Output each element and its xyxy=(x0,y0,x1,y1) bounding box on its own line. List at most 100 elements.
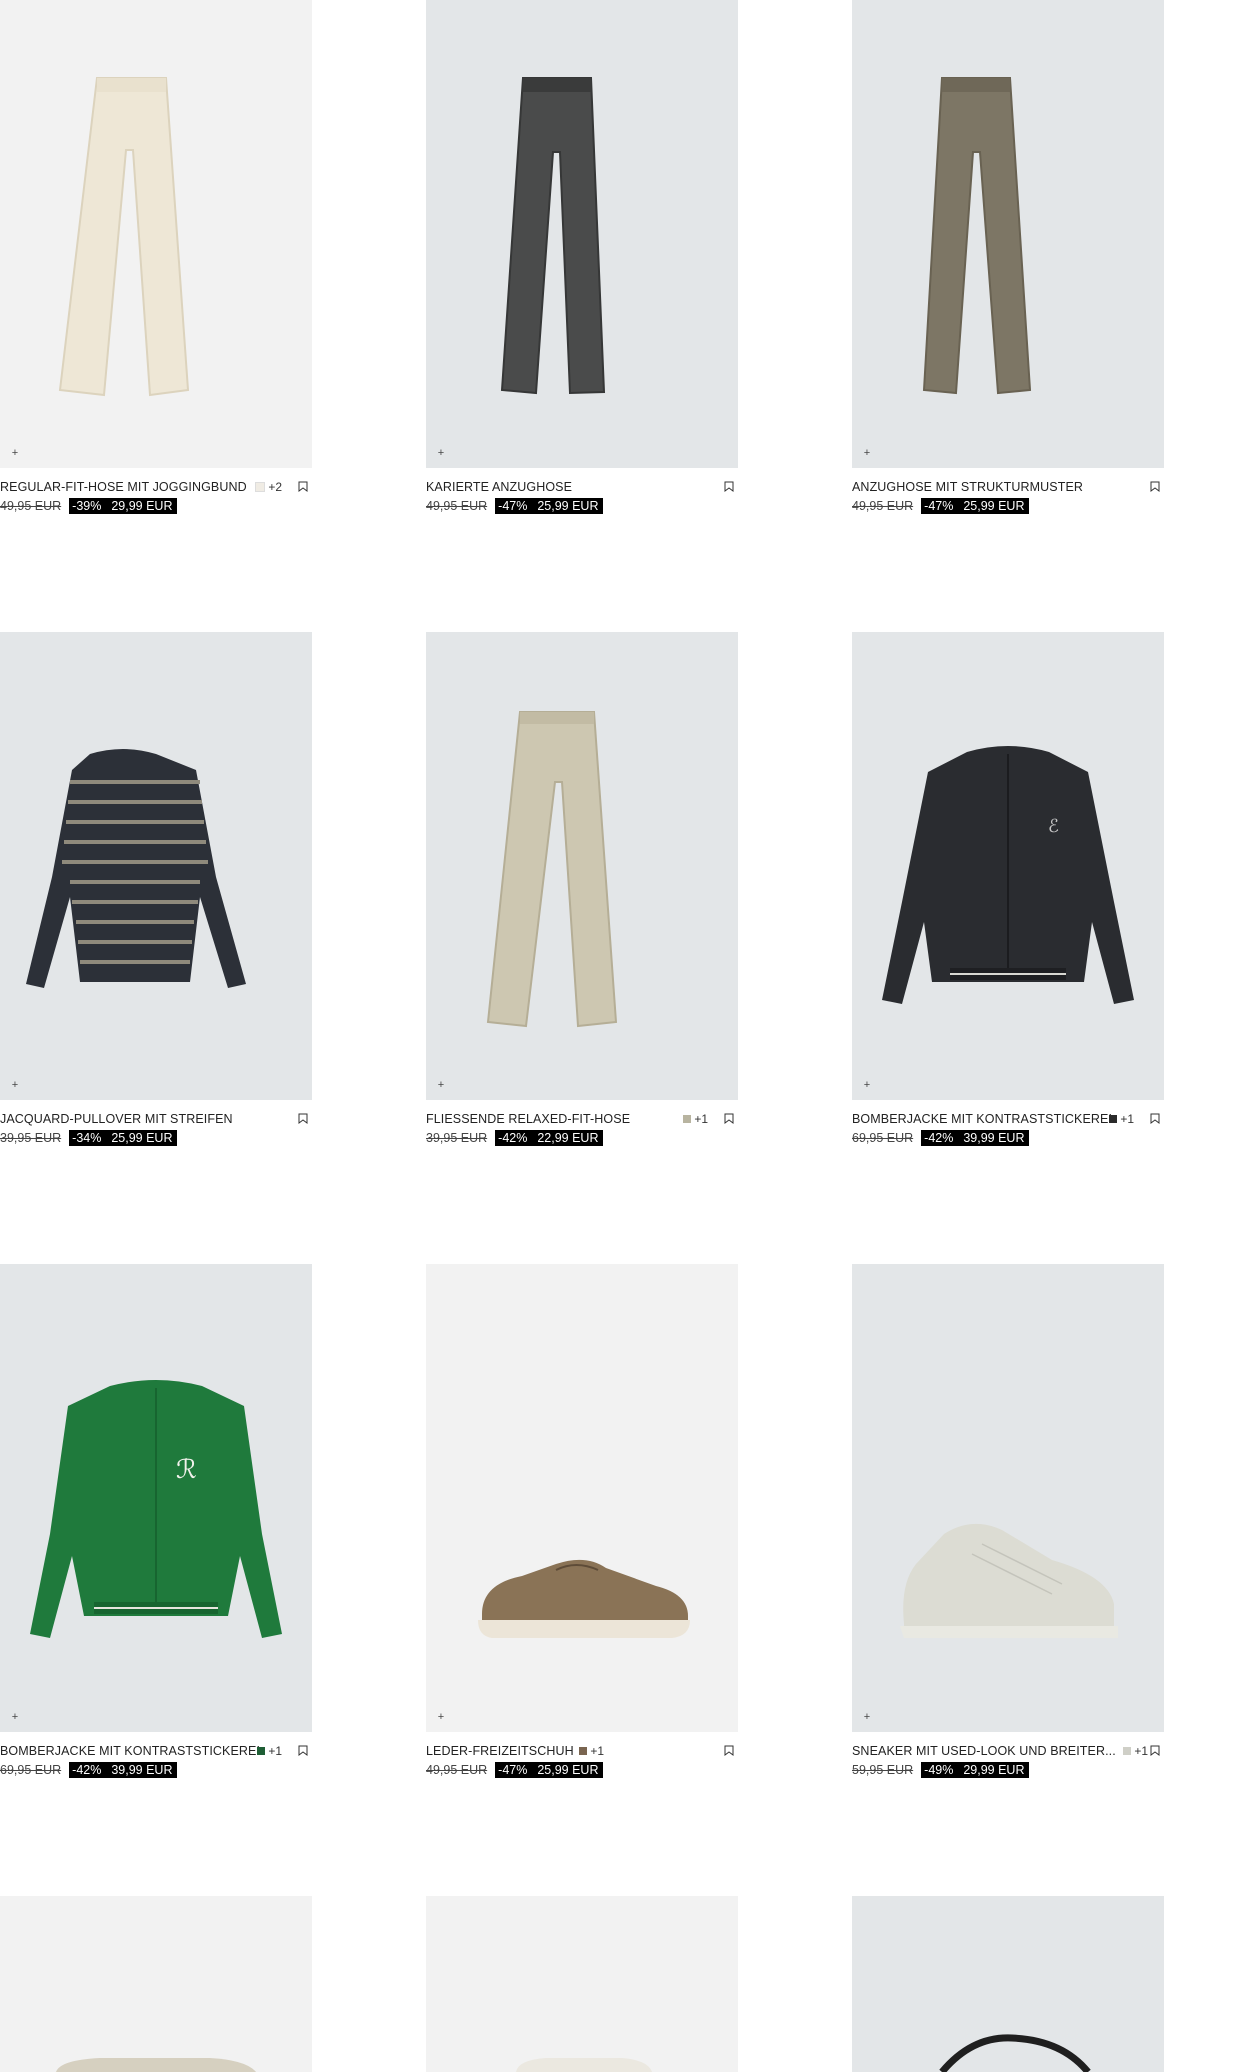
color-swatches[interactable]: +1 xyxy=(1123,1744,1148,1758)
product-card[interactable] xyxy=(426,1896,738,2072)
black-bomber-illustration: ℰ xyxy=(882,746,1134,1004)
add-to-cart-icon[interactable]: + xyxy=(861,1711,873,1723)
color-swatch[interactable] xyxy=(257,1747,266,1755)
product-card[interactable]: + SNEAKER MIT USED-LOOK UND BREITER... +… xyxy=(852,1264,1164,1786)
color-swatch[interactable] xyxy=(579,1747,588,1755)
add-to-cart-icon[interactable]: + xyxy=(9,1079,21,1091)
product-image[interactable]: + xyxy=(426,1264,738,1732)
product-name[interactable]: REGULAR-FIT-HOSE MIT JOGGINGBUND xyxy=(0,480,247,494)
discount-badge: -42% xyxy=(72,1763,102,1777)
product-image[interactable]: + xyxy=(0,632,312,1100)
more-colors-count: +2 xyxy=(268,480,282,494)
product-name[interactable]: BOMBERJACKE MIT KONTRASTSTICKEREI xyxy=(852,1112,1112,1126)
brown-loafer-illustration xyxy=(478,1559,690,1638)
original-price: 49,95 EUR xyxy=(426,499,488,513)
original-price: 39,95 EUR xyxy=(0,1131,62,1145)
sale-price: 29,99 EUR xyxy=(111,499,173,513)
product-card[interactable]: + FLIESSENDE RELAXED-FIT-HOSE +1 39,95 E… xyxy=(426,632,738,1154)
color-swatch[interactable] xyxy=(1123,1747,1132,1755)
add-to-cart-icon[interactable]: + xyxy=(435,1711,447,1723)
bookmark-icon[interactable] xyxy=(298,1745,308,1756)
sale-price: 29,99 EUR xyxy=(963,1763,1025,1777)
product-image[interactable]: ℛ + xyxy=(0,1264,312,1732)
original-price: 49,95 EUR xyxy=(0,499,62,513)
green-bomber-illustration: ℛ xyxy=(30,1380,282,1638)
bookmark-icon[interactable] xyxy=(1150,481,1160,492)
beige-trousers-illustration xyxy=(486,711,618,1028)
add-to-cart-icon[interactable]: + xyxy=(9,1711,21,1723)
product-card[interactable]: + LEDER-FREIZEITSCHUH +1 49,95 EUR -47% 2… xyxy=(426,1264,738,1786)
discount-badge: -49% xyxy=(924,1763,954,1777)
sale-price: 22,99 EUR xyxy=(537,1131,599,1145)
product-image[interactable] xyxy=(426,1896,738,2072)
discount-badge: -42% xyxy=(498,1131,528,1145)
checked-trousers-illustration xyxy=(500,77,606,395)
sale-price: 25,99 EUR xyxy=(537,1763,599,1777)
sale-price: 39,99 EUR xyxy=(963,1131,1025,1145)
product-name[interactable]: JACQUARD-PULLOVER MIT STREIFEN xyxy=(0,1112,233,1126)
product-card[interactable]: + KARIERTE ANZUGHOSE 49,95 EUR -47% 25,99… xyxy=(426,0,738,522)
product-card[interactable] xyxy=(0,1896,312,2072)
product-name[interactable]: KARIERTE ANZUGHOSE xyxy=(426,480,572,494)
more-colors-count: +1 xyxy=(1120,1112,1134,1126)
bookmark-icon[interactable] xyxy=(298,1113,308,1124)
discount-badge: -39% xyxy=(72,499,102,513)
add-to-cart-icon[interactable]: + xyxy=(435,1079,447,1091)
more-colors-count: +1 xyxy=(268,1744,282,1758)
bookmark-icon[interactable] xyxy=(1150,1745,1160,1756)
color-swatches[interactable]: +1 xyxy=(579,1744,604,1758)
product-image[interactable] xyxy=(0,1896,312,2072)
product-name[interactable]: LEDER-FREIZEITSCHUH xyxy=(426,1744,574,1758)
original-price: 59,95 EUR xyxy=(852,1763,914,1777)
white-shorts-illustration xyxy=(516,2058,652,2072)
original-price: 49,95 EUR xyxy=(852,499,914,513)
product-image[interactable]: ℰ + xyxy=(852,632,1164,1100)
color-swatch[interactable] xyxy=(1109,1115,1118,1123)
product-image[interactable] xyxy=(852,1896,1164,2072)
product-card[interactable]: + REGULAR-FIT-HOSE MIT JOGGINGBUND +2 49… xyxy=(0,0,312,522)
bookmark-icon[interactable] xyxy=(724,481,734,492)
color-swatch[interactable] xyxy=(683,1115,692,1123)
bookmark-icon[interactable] xyxy=(724,1745,734,1756)
product-image[interactable]: + xyxy=(852,0,1164,468)
product-name[interactable]: ANZUGHOSE MIT STRUKTURMUSTER xyxy=(852,480,1083,494)
color-swatch[interactable] xyxy=(255,482,266,492)
add-to-cart-icon[interactable]: + xyxy=(435,447,447,459)
more-colors-count: +1 xyxy=(590,1744,604,1758)
product-card[interactable]: + ANZUGHOSE MIT STRUKTURMUSTER 49,95 EUR… xyxy=(852,0,1164,522)
color-swatches[interactable]: +2 xyxy=(255,480,282,494)
product-image[interactable]: + xyxy=(852,1264,1164,1732)
more-colors-count: +1 xyxy=(1134,1744,1148,1758)
bookmark-icon[interactable] xyxy=(298,481,308,492)
sale-price: 25,99 EUR xyxy=(111,1131,173,1145)
discount-badge: -34% xyxy=(72,1131,102,1145)
product-name[interactable]: FLIESSENDE RELAXED-FIT-HOSE xyxy=(426,1112,630,1126)
color-swatches[interactable]: +1 xyxy=(1109,1112,1134,1126)
color-swatches[interactable]: +1 xyxy=(683,1112,708,1126)
original-price: 69,95 EUR xyxy=(0,1763,62,1777)
product-name[interactable]: BOMBERJACKE MIT KONTRASTSTICKEREI xyxy=(0,1744,260,1758)
add-to-cart-icon[interactable]: + xyxy=(861,1079,873,1091)
sale-price: 25,99 EUR xyxy=(537,499,599,513)
white-sneaker-illustration xyxy=(900,1523,1118,1638)
original-price: 39,95 EUR xyxy=(426,1131,488,1145)
product-card[interactable]: + JACQUARD-PULLOVER MIT STREIFEN 39,95 E… xyxy=(0,632,312,1154)
more-colors-count: +1 xyxy=(694,1112,708,1126)
product-card[interactable]: ℰ + BOMBERJACKE MIT KONTRASTSTICKEREI +1… xyxy=(852,632,1164,1154)
bookmark-icon[interactable] xyxy=(724,1113,734,1124)
product-image[interactable]: + xyxy=(426,632,738,1100)
product-card[interactable] xyxy=(852,1896,1164,2072)
add-to-cart-icon[interactable]: + xyxy=(9,447,21,459)
original-price: 69,95 EUR xyxy=(852,1131,914,1145)
discount-badge: -47% xyxy=(498,499,528,513)
light-shorts-illustration xyxy=(56,2058,256,2072)
bookmark-icon[interactable] xyxy=(1150,1113,1160,1124)
olive-trousers-illustration xyxy=(922,77,1032,395)
svg-text:ℛ: ℛ xyxy=(176,1455,197,1485)
product-name[interactable]: SNEAKER MIT USED-LOOK UND BREITER... xyxy=(852,1744,1116,1758)
color-swatches[interactable]: +1 xyxy=(257,1744,282,1758)
product-image[interactable]: + xyxy=(0,0,312,468)
product-card[interactable]: ℛ + BOMBERJACKE MIT KONTRASTSTICKEREI +1… xyxy=(0,1264,312,1786)
add-to-cart-icon[interactable]: + xyxy=(861,447,873,459)
product-image[interactable]: + xyxy=(426,0,738,468)
